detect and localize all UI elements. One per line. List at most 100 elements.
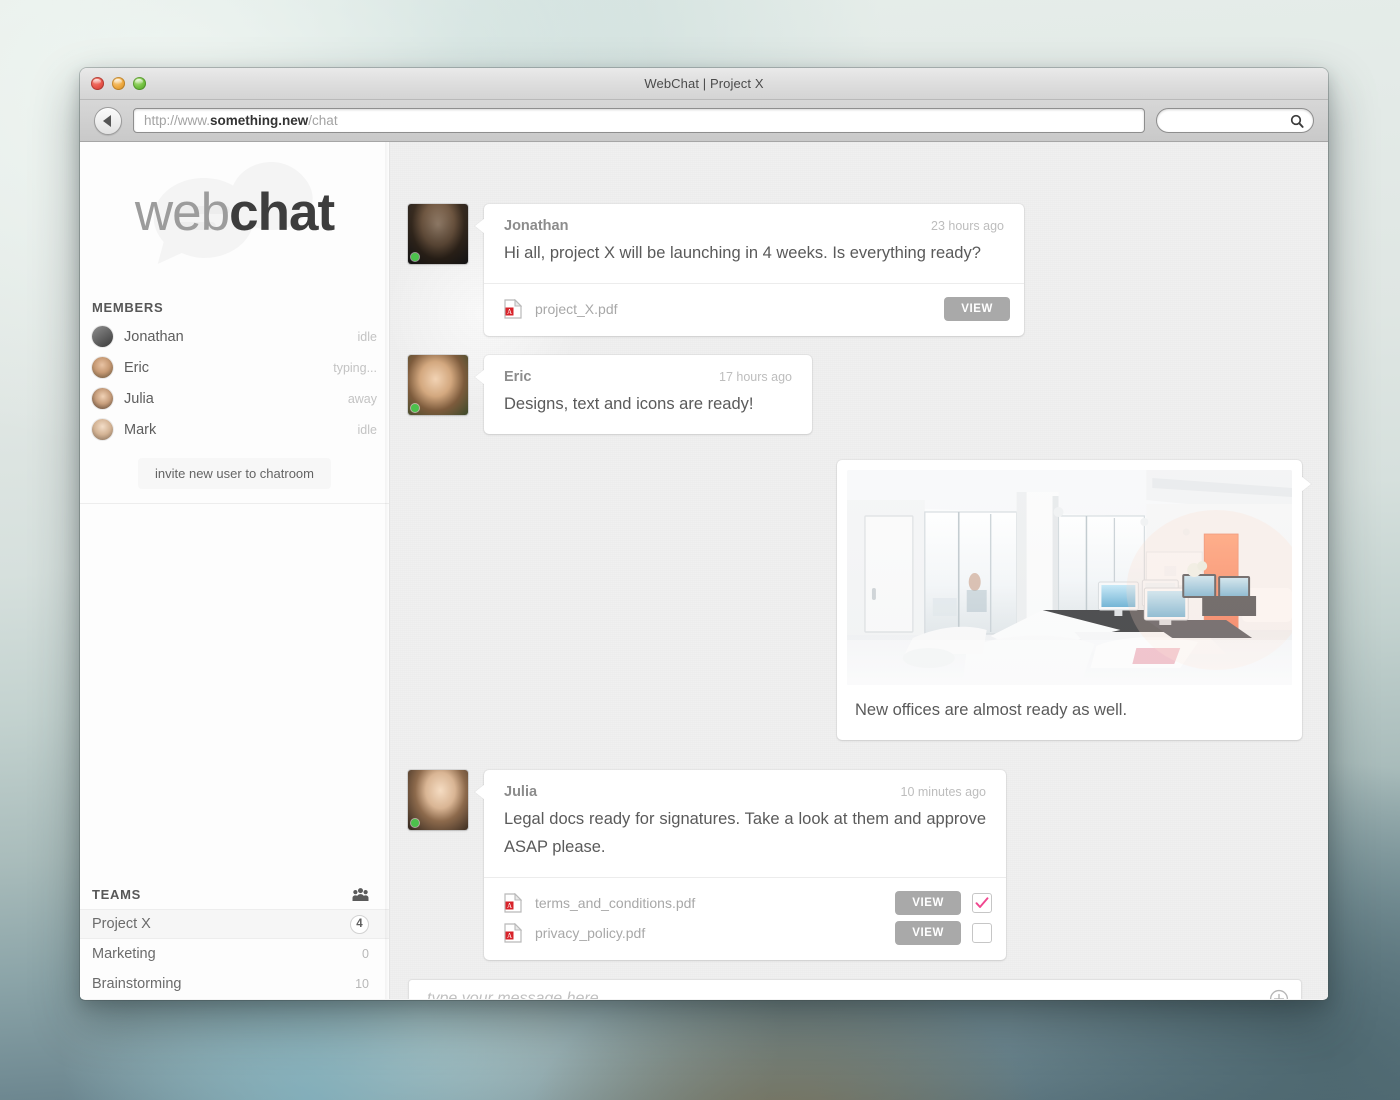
checkmark-icon xyxy=(975,897,989,908)
member-status: typing... xyxy=(333,360,377,375)
message-list: Jonathan 23 hours ago Hi all, project X … xyxy=(390,142,1328,979)
online-status-dot xyxy=(411,819,419,828)
url-prefix: http://www. xyxy=(144,113,211,128)
view-attachment-button[interactable]: VIEW xyxy=(895,920,961,945)
message-text: Hi all, project X will be launching in 4… xyxy=(504,244,981,262)
logo-block: webchat xyxy=(80,142,389,282)
composer-inner xyxy=(408,978,1302,999)
team-count: 0 xyxy=(362,947,369,961)
attachment-filename: terms_and_conditions.pdf xyxy=(535,894,696,911)
view-attachment-button[interactable]: VIEW xyxy=(944,297,1010,322)
members-list: Jonathan idle Eric typing... Julia away xyxy=(80,321,389,445)
pdf-file-icon: A xyxy=(504,922,522,943)
avatar xyxy=(92,357,113,378)
avatar xyxy=(92,419,113,440)
app-body: webchat MEMBERS Jonathan idle Eric typin… xyxy=(80,142,1328,999)
chat-area: Jonathan 23 hours ago Hi all, project X … xyxy=(390,142,1328,999)
invite-user-button[interactable]: invite new user to chatroom xyxy=(138,458,331,489)
team-row-project-x[interactable]: Project X 4 xyxy=(80,909,389,939)
team-count-badge: 4 xyxy=(350,914,369,934)
team-count: 10 xyxy=(355,977,369,991)
bubble-header: Julia 10 minutes ago xyxy=(484,770,1006,800)
avatar xyxy=(408,204,468,264)
message-image: New offices are almost ready as well. xyxy=(408,460,1302,741)
attachment-filename: privacy_policy.pdf xyxy=(535,924,646,941)
message-timestamp: 23 hours ago xyxy=(931,219,1004,233)
member-name: Mark xyxy=(124,421,157,438)
message-timestamp: 10 minutes ago xyxy=(900,785,986,800)
member-status: away xyxy=(347,391,377,406)
attachment-row: A project_X.pdf VIEW xyxy=(504,294,1010,324)
message-bubble: Julia 10 minutes ago Legal docs ready fo… xyxy=(484,770,1006,960)
approve-checkbox-unchecked[interactable] xyxy=(972,922,992,943)
team-name: Brainstorming xyxy=(92,976,182,992)
svg-text:A: A xyxy=(507,902,512,910)
url-path: /chat xyxy=(308,113,338,128)
logo-text-second: chat xyxy=(229,182,335,242)
message-bubble-image: New offices are almost ready as well. xyxy=(837,460,1302,741)
window-title: WebChat | Project X xyxy=(644,76,764,91)
member-status: idle xyxy=(357,422,377,437)
members-heading: MEMBERS xyxy=(92,300,164,315)
group-people-icon[interactable] xyxy=(352,887,369,902)
office-photo xyxy=(847,470,1292,686)
message-timestamp: 17 hours ago xyxy=(719,370,792,385)
team-name: Project X xyxy=(92,916,151,932)
message-bubble: Eric 17 hours ago Designs, text and icon… xyxy=(484,355,812,435)
attachment-area: A terms_and_conditions.pdf VIEW A privac… xyxy=(484,876,1006,960)
attachment-filename: project_X.pdf xyxy=(535,301,618,318)
message-text: Legal docs ready for signatures. Take a … xyxy=(504,810,986,856)
online-status-dot xyxy=(411,253,419,261)
member-row-julia[interactable]: Julia away xyxy=(80,383,389,414)
team-row-marketing[interactable]: Marketing 0 xyxy=(80,939,389,969)
window-titlebar: WebChat | Project X xyxy=(80,68,1328,100)
approve-checkbox-checked[interactable] xyxy=(972,892,992,913)
attachment-area: A project_X.pdf VIEW xyxy=(484,283,1024,336)
composer xyxy=(390,978,1328,999)
message-author: Jonathan xyxy=(504,218,569,234)
invite-area: invite new user to chatroom xyxy=(80,458,389,504)
message-text: Designs, text and icons are ready! xyxy=(504,395,754,414)
pdf-file-icon: A xyxy=(504,299,522,319)
message-eric: Eric 17 hours ago Designs, text and icon… xyxy=(408,355,1302,435)
message-bubble: Jonathan 23 hours ago Hi all, project X … xyxy=(484,204,1024,337)
desktop-background: WebChat | Project X http://www. something… xyxy=(0,0,1400,1100)
svg-text:A: A xyxy=(507,308,512,316)
image-caption: New offices are almost ready as well. xyxy=(855,701,1128,720)
attachment-row: A terms_and_conditions.pdf VIEW xyxy=(504,888,992,918)
member-row-eric[interactable]: Eric typing... xyxy=(80,352,389,383)
plus-circle-icon xyxy=(1269,990,1289,999)
url-domain: something.new xyxy=(210,113,309,128)
avatar xyxy=(92,388,113,409)
message-jonathan: Jonathan 23 hours ago Hi all, project X … xyxy=(408,204,1302,337)
message-author: Julia xyxy=(504,784,538,801)
teams-heading: TEAMS xyxy=(92,887,141,902)
member-name: Jonathan xyxy=(124,328,184,345)
team-row-brainstorming[interactable]: Brainstorming 10 xyxy=(80,969,389,999)
logo-text-first: web xyxy=(134,182,230,242)
member-row-mark[interactable]: Mark idle xyxy=(80,414,389,445)
online-status-dot xyxy=(411,404,419,413)
url-input[interactable]: http://www. something.new/chat xyxy=(133,108,1145,133)
message-input[interactable] xyxy=(427,990,1269,999)
app-logo: webchat xyxy=(134,182,335,242)
attachment-row: A privacy_policy.pdf VIEW xyxy=(504,918,992,948)
member-status: idle xyxy=(357,329,377,344)
message-julia: Julia 10 minutes ago Legal docs ready fo… xyxy=(408,770,1302,960)
view-attachment-button[interactable]: VIEW xyxy=(895,890,961,915)
member-row-jonathan[interactable]: Jonathan idle xyxy=(80,321,389,352)
teams-header-row: TEAMS xyxy=(80,887,389,902)
bubble-header: Eric 17 hours ago xyxy=(484,355,812,385)
add-attachment-button[interactable] xyxy=(1269,989,1289,999)
browser-window: WebChat | Project X http://www. something… xyxy=(80,68,1328,1000)
member-name: Julia xyxy=(124,390,154,407)
back-button[interactable] xyxy=(94,106,122,135)
member-name: Eric xyxy=(124,359,149,376)
team-name: Marketing xyxy=(92,946,156,962)
back-arrow-icon xyxy=(103,114,111,127)
teams-block: TEAMS Project X 4 Marketing 0 Brainstorm… xyxy=(80,887,389,999)
pdf-file-icon: A xyxy=(504,892,522,913)
search-input[interactable] xyxy=(1156,108,1314,133)
avatar xyxy=(408,770,468,831)
